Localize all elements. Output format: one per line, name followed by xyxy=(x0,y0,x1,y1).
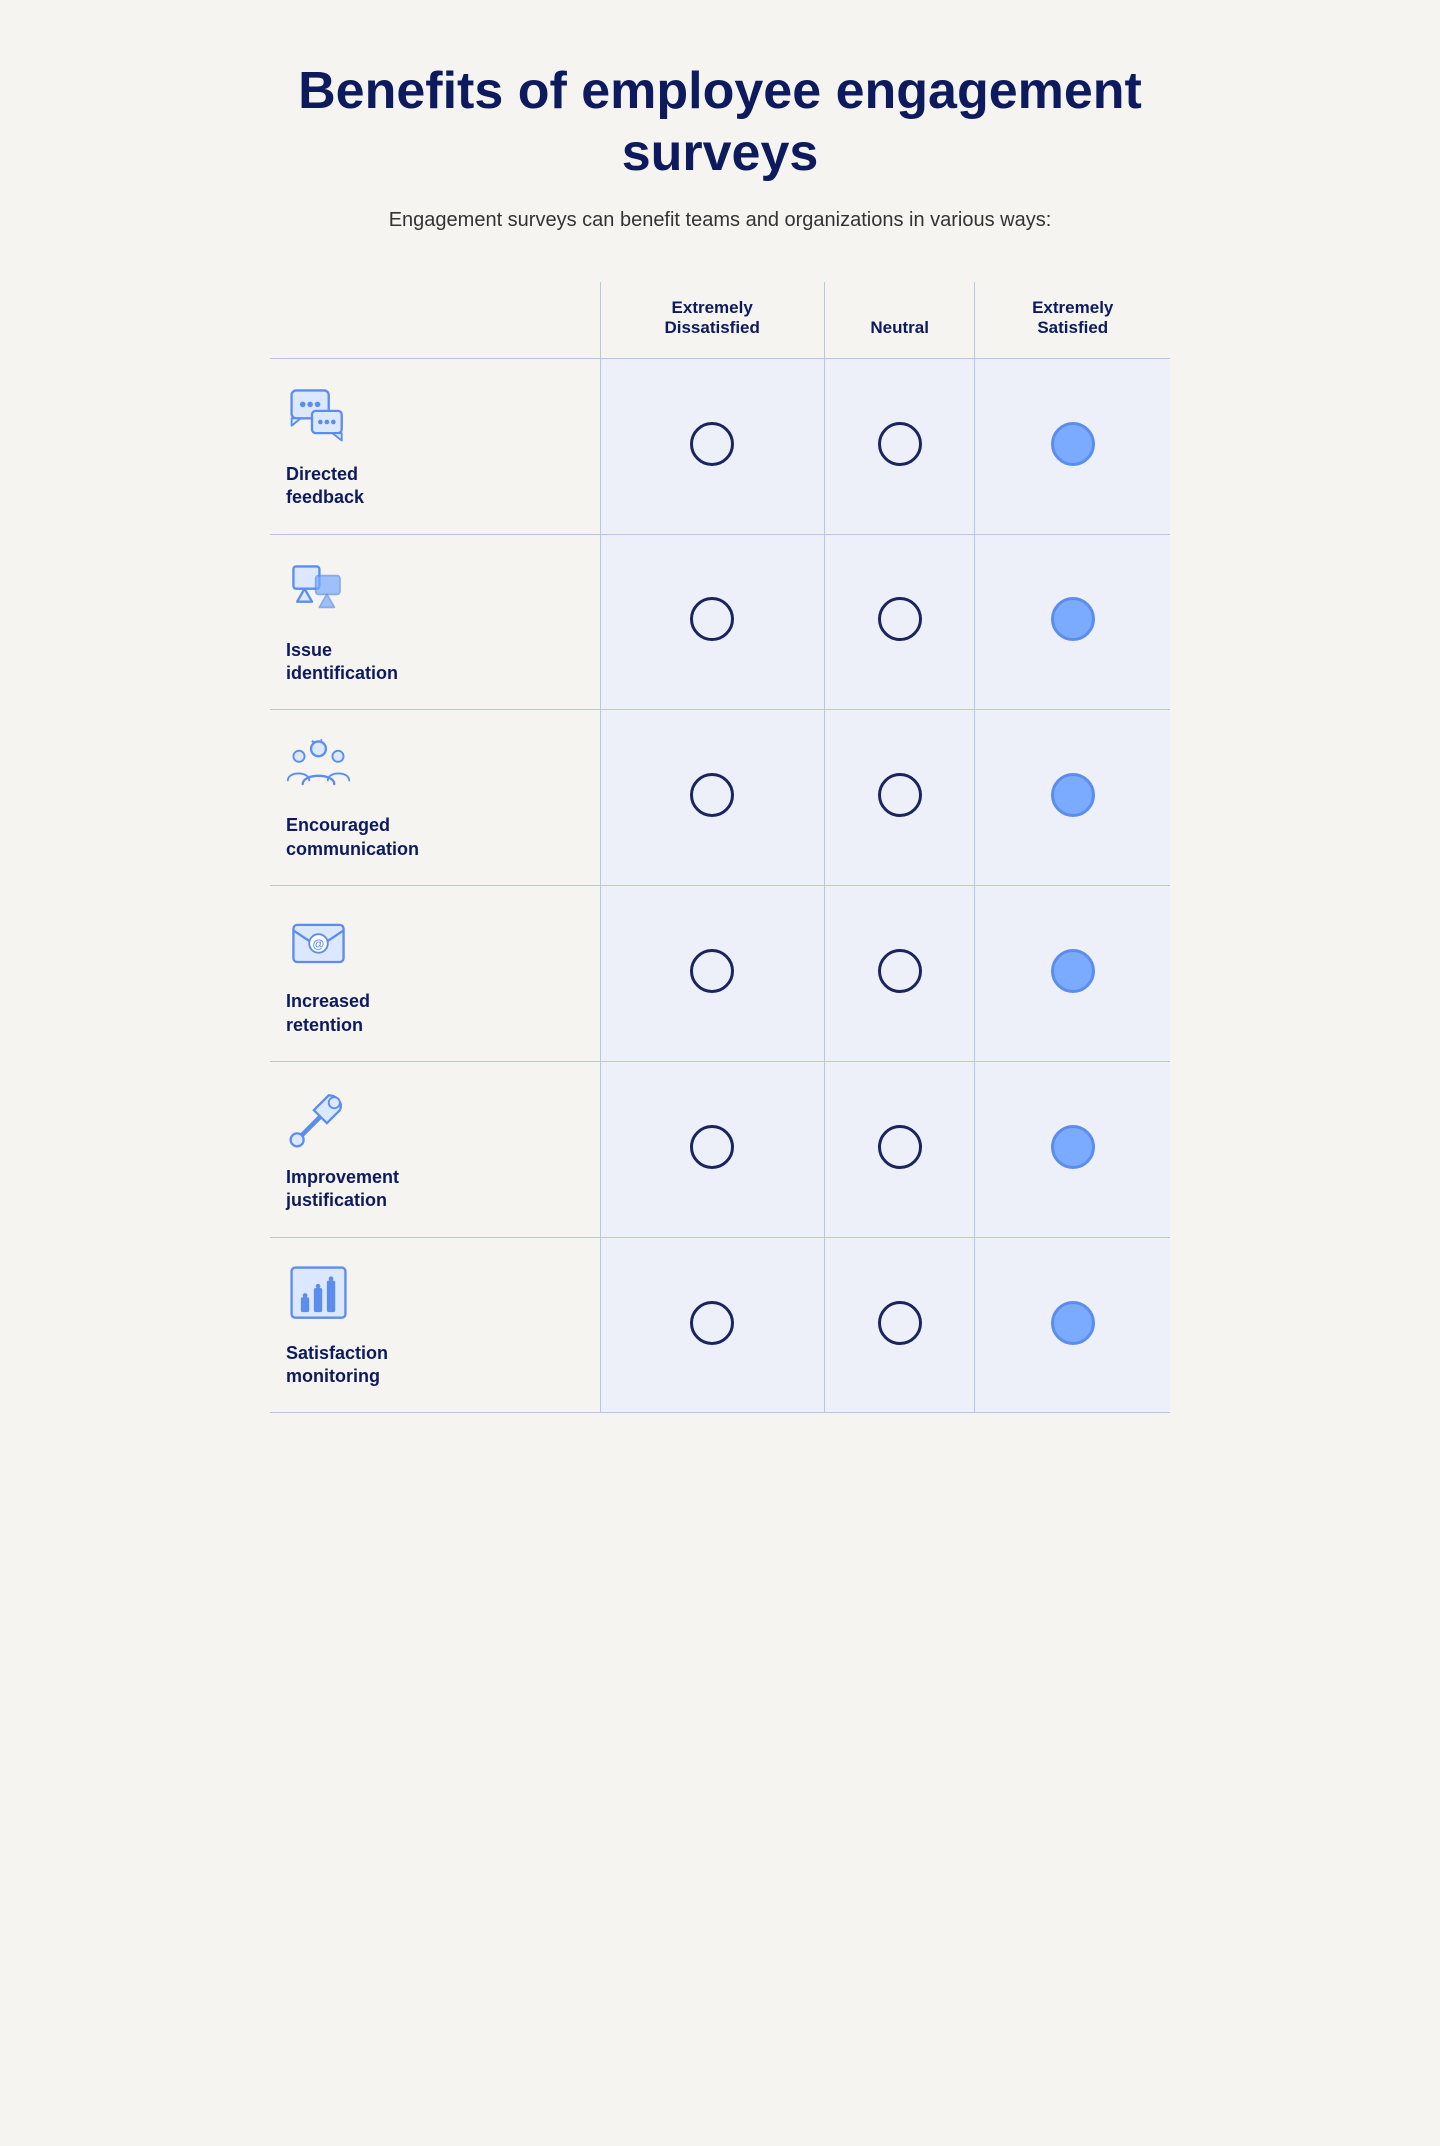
radio-issue-identification-neutral[interactable] xyxy=(878,597,922,641)
row-text-satisfaction-monitoring: Satisfactionmonitoring xyxy=(286,1342,388,1389)
survey-table: ExtremelyDissatisfied Neutral ExtremelyS… xyxy=(270,282,1170,1414)
table-row: Issueidentification xyxy=(270,534,1170,710)
col-header-neutral: Neutral xyxy=(824,282,975,359)
row-label-increased-retention: @ Increasedretention xyxy=(286,910,584,1037)
row-label-cell-increased-retention: @ Increasedretention xyxy=(270,886,600,1062)
radio-satisfaction-monitoring-dissatisfied[interactable] xyxy=(690,1301,734,1345)
flag-icon xyxy=(286,559,351,629)
row-label-improvement-justification: Improvementjustification xyxy=(286,1086,584,1213)
table-row: Satisfactionmonitoring xyxy=(270,1237,1170,1413)
svg-text:@: @ xyxy=(312,937,324,951)
radio-directed-feedback-satisfied[interactable] xyxy=(1051,422,1095,466)
radio-improvement-justification-dissatisfied[interactable] xyxy=(690,1125,734,1169)
table-row: ✦✦ Encouragedcommunication xyxy=(270,710,1170,886)
radio-encouraged-communication-dissatisfied[interactable] xyxy=(690,773,734,817)
row-label-cell-encouraged-communication: ✦✦ Encouragedcommunication xyxy=(270,710,600,886)
col-header-satisfied: ExtremelySatisfied xyxy=(975,282,1170,359)
cell-directed-feedback-satisfied[interactable] xyxy=(975,358,1170,534)
cell-encouraged-communication-dissatisfied[interactable] xyxy=(600,710,824,886)
table-row: Improvementjustification xyxy=(270,1061,1170,1237)
row-text-improvement-justification: Improvementjustification xyxy=(286,1166,399,1213)
radio-encouraged-communication-neutral[interactable] xyxy=(878,773,922,817)
row-label-directed-feedback: Directedfeedback xyxy=(286,383,584,510)
row-text-increased-retention: Increasedretention xyxy=(286,990,370,1037)
cell-increased-retention-neutral[interactable] xyxy=(824,886,975,1062)
row-text-directed-feedback: Directedfeedback xyxy=(286,463,364,510)
cell-increased-retention-dissatisfied[interactable] xyxy=(600,886,824,1062)
radio-increased-retention-dissatisfied[interactable] xyxy=(690,949,734,993)
radio-improvement-justification-satisfied[interactable] xyxy=(1051,1125,1095,1169)
radio-issue-identification-satisfied[interactable] xyxy=(1051,597,1095,641)
cell-issue-identification-neutral[interactable] xyxy=(824,534,975,710)
email-icon: @ xyxy=(286,910,351,980)
row-label-satisfaction-monitoring: Satisfactionmonitoring xyxy=(286,1262,584,1389)
row-label-encouraged-communication: ✦✦ Encouragedcommunication xyxy=(286,734,584,861)
tools-icon xyxy=(286,1086,351,1156)
cell-issue-identification-satisfied[interactable] xyxy=(975,534,1170,710)
cell-encouraged-communication-satisfied[interactable] xyxy=(975,710,1170,886)
row-label-cell-issue-identification: Issueidentification xyxy=(270,534,600,710)
people-icon: ✦✦ xyxy=(286,734,351,804)
radio-encouraged-communication-satisfied[interactable] xyxy=(1051,773,1095,817)
cell-satisfaction-monitoring-dissatisfied[interactable] xyxy=(600,1237,824,1413)
survey-table-wrapper: ExtremelyDissatisfied Neutral ExtremelyS… xyxy=(270,282,1170,1414)
chart-icon xyxy=(286,1262,351,1332)
row-text-encouraged-communication: Encouragedcommunication xyxy=(286,814,419,861)
radio-directed-feedback-dissatisfied[interactable] xyxy=(690,422,734,466)
svg-text:✦: ✦ xyxy=(310,739,316,747)
radio-increased-retention-neutral[interactable] xyxy=(878,949,922,993)
col-header-dissatisfied: ExtremelyDissatisfied xyxy=(600,282,824,359)
radio-issue-identification-dissatisfied[interactable] xyxy=(690,597,734,641)
cell-improvement-justification-neutral[interactable] xyxy=(824,1061,975,1237)
page-title: Benefits of employee engagement surveys xyxy=(270,60,1170,185)
row-label-cell-directed-feedback: Directedfeedback xyxy=(270,358,600,534)
page-subtitle: Engagement surveys can benefit teams and… xyxy=(270,209,1170,232)
cell-directed-feedback-neutral[interactable] xyxy=(824,358,975,534)
table-row: Directedfeedback xyxy=(270,358,1170,534)
cell-improvement-justification-dissatisfied[interactable] xyxy=(600,1061,824,1237)
page-container: Benefits of employee engagement surveys … xyxy=(270,60,1170,1413)
row-label-cell-improvement-justification: Improvementjustification xyxy=(270,1061,600,1237)
cell-satisfaction-monitoring-satisfied[interactable] xyxy=(975,1237,1170,1413)
radio-directed-feedback-neutral[interactable] xyxy=(878,422,922,466)
table-row: @ Increasedretention xyxy=(270,886,1170,1062)
svg-text:✦: ✦ xyxy=(319,738,323,743)
radio-increased-retention-satisfied[interactable] xyxy=(1051,949,1095,993)
cell-improvement-justification-satisfied[interactable] xyxy=(975,1061,1170,1237)
row-label-issue-identification: Issueidentification xyxy=(286,559,584,686)
radio-improvement-justification-neutral[interactable] xyxy=(878,1125,922,1169)
radio-satisfaction-monitoring-satisfied[interactable] xyxy=(1051,1301,1095,1345)
cell-directed-feedback-dissatisfied[interactable] xyxy=(600,358,824,534)
cell-satisfaction-monitoring-neutral[interactable] xyxy=(824,1237,975,1413)
row-text-issue-identification: Issueidentification xyxy=(286,639,398,686)
cell-increased-retention-satisfied[interactable] xyxy=(975,886,1170,1062)
cell-issue-identification-dissatisfied[interactable] xyxy=(600,534,824,710)
radio-satisfaction-monitoring-neutral[interactable] xyxy=(878,1301,922,1345)
chat-icon xyxy=(286,383,351,453)
cell-encouraged-communication-neutral[interactable] xyxy=(824,710,975,886)
row-label-cell-satisfaction-monitoring: Satisfactionmonitoring xyxy=(270,1237,600,1413)
